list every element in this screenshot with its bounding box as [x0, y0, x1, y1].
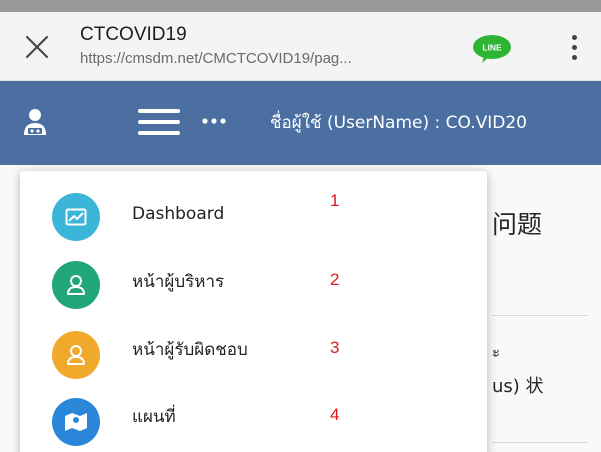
menu-icon-circle: [52, 261, 100, 309]
hamburger-line: [138, 109, 180, 113]
page-title: CTCOVID19: [80, 24, 187, 45]
menu-label: แผนที่: [132, 407, 176, 427]
page-url[interactable]: https://cmsdm.net/CMCTCOVID19/pag...: [80, 50, 352, 67]
phone-screen: CTCOVID19 https://cmsdm.net/CMCTCOVID19/…: [0, 0, 601, 452]
menu-toggle-button[interactable]: [138, 109, 180, 135]
kebab-dot: [571, 54, 577, 60]
line-badge-text: LINE: [482, 43, 502, 53]
username-label: ชื่อผู้ใช้ (UserName) : CO.VID20: [270, 113, 527, 133]
line-share-icon[interactable]: LINE: [470, 34, 514, 64]
content-heading-fragment: 问题: [492, 210, 543, 239]
menu-icon-circle: [52, 331, 100, 379]
close-icon: [25, 35, 49, 59]
kebab-dot: [571, 44, 577, 50]
content-text-fragment: ะ: [492, 343, 501, 361]
content-text-fragment: us) 状: [492, 376, 544, 397]
browser-toolbar: CTCOVID19 https://cmsdm.net/CMCTCOVID19/…: [0, 12, 601, 81]
menu-label: หน้าผู้รับผิดชอบ: [132, 340, 248, 360]
menu-item-map[interactable]: แผนที่ 4: [20, 391, 487, 451]
person-icon: [67, 275, 85, 295]
menu-number: 3: [330, 338, 340, 357]
map-icon: [65, 413, 87, 431]
menu-icon-circle: [52, 193, 100, 241]
more-dots-icon[interactable]: [200, 115, 228, 127]
more-options-button[interactable]: [562, 30, 586, 64]
content-divider: [492, 315, 588, 316]
status-strip: [0, 0, 601, 12]
app-header: ชื่อผู้ใช้ (UserName) : CO.VID20: [0, 81, 601, 165]
menu-item-executive[interactable]: หน้าผู้บริหาร 2: [20, 254, 487, 314]
menu-number: 2: [330, 270, 340, 289]
content-divider: [492, 442, 588, 443]
chart-icon: [65, 208, 87, 226]
menu-label: Dashboard: [132, 204, 225, 224]
menu-icon-circle: [52, 398, 100, 446]
menu-label: หน้าผู้บริหาร: [132, 272, 225, 292]
kebab-dot: [571, 34, 577, 40]
menu-number: 4: [330, 405, 340, 424]
person-icon: [67, 345, 85, 365]
navigation-menu: Dashboard 1 หน้าผู้บริหาร 2 หน้าผู้รับผิ…: [20, 171, 487, 452]
user-account-icon[interactable]: [22, 107, 48, 137]
close-tab-button[interactable]: [20, 30, 54, 64]
menu-number: 1: [330, 191, 340, 210]
hamburger-line: [138, 131, 180, 135]
menu-item-dashboard[interactable]: Dashboard 1: [20, 186, 487, 246]
hamburger-line: [138, 120, 180, 124]
menu-item-responsible[interactable]: หน้าผู้รับผิดชอบ 3: [20, 324, 487, 384]
